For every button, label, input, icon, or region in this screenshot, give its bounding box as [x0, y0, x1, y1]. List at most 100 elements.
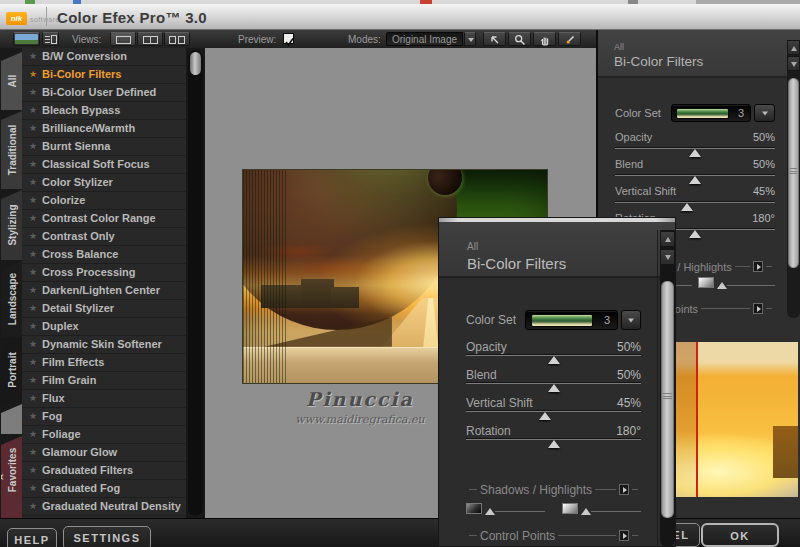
star-icon[interactable]: ★: [29, 84, 37, 101]
slider-handle[interactable]: [689, 149, 701, 157]
star-icon[interactable]: ★: [29, 228, 37, 245]
modes-dropdown-button[interactable]: [464, 32, 476, 46]
slider-track[interactable]: [466, 383, 641, 392]
filter-item[interactable]: ★Contrast Only: [22, 228, 186, 246]
star-icon[interactable]: ★: [29, 498, 37, 515]
star-icon[interactable]: ★: [29, 210, 37, 227]
scroll-down-button[interactable]: [787, 56, 800, 71]
filter-item[interactable]: ★Bi-Color Filters: [22, 66, 186, 84]
color-set-swatch[interactable]: 3: [525, 310, 618, 330]
star-icon[interactable]: ★: [29, 138, 37, 155]
filter-item[interactable]: ★Brilliance/Warmth: [22, 120, 186, 138]
scrollbar-thumb[interactable]: [788, 78, 799, 268]
slider-handle[interactable]: [548, 356, 560, 364]
star-icon[interactable]: ★: [29, 462, 37, 479]
image-thumbnail-button[interactable]: [13, 32, 40, 46]
star-icon[interactable]: ★: [29, 480, 37, 497]
color-set-swatch[interactable]: 3: [671, 104, 751, 122]
filter-item[interactable]: ★Bi-Color User Defined: [22, 84, 186, 102]
star-icon[interactable]: ★: [29, 318, 37, 335]
filter-item[interactable]: ★Foliage: [22, 426, 186, 444]
slider-handle[interactable]: [548, 384, 560, 392]
scrollbar-thumb[interactable]: [661, 281, 674, 518]
star-icon[interactable]: ★: [29, 372, 37, 389]
filter-item[interactable]: ★Detail Stylizer: [22, 300, 186, 318]
eyedropper-tool-button[interactable]: [558, 32, 581, 46]
star-icon[interactable]: ★: [29, 48, 37, 65]
scroll-up-button[interactable]: [787, 40, 800, 55]
star-icon[interactable]: ★: [29, 444, 37, 461]
slider-handle[interactable]: [548, 440, 560, 448]
filter-item[interactable]: ★Bleach Bypass: [22, 102, 186, 120]
slider-handle[interactable]: [539, 412, 551, 420]
settings-button[interactable]: SETTINGS: [63, 526, 151, 547]
category-tab-stylizing[interactable]: Stylizing: [1, 190, 22, 260]
slider-handle[interactable]: [485, 508, 495, 515]
filter-item[interactable]: ★Color Stylizer: [22, 174, 186, 192]
category-tab-portrait[interactable]: Portrait: [1, 338, 22, 402]
star-icon[interactable]: ★: [29, 66, 37, 83]
filter-item[interactable]: ★Glamour Glow: [22, 444, 186, 462]
scrollbar-track[interactable]: [188, 50, 203, 516]
star-icon[interactable]: ★: [29, 156, 37, 173]
scrollbar-thumb[interactable]: [190, 52, 201, 75]
filter-item[interactable]: ★Cross Balance: [22, 246, 186, 264]
filter-item[interactable]: ★Graduated Neutral Density: [22, 498, 186, 516]
slider-track[interactable]: [495, 511, 545, 512]
filter-item[interactable]: ★Film Effects: [22, 354, 186, 372]
section-expand-button[interactable]: [619, 530, 629, 541]
panel-scrollbar[interactable]: [787, 40, 800, 318]
scroll-down-button[interactable]: [660, 249, 675, 265]
slider-track[interactable]: [615, 175, 775, 184]
slider-handle[interactable]: [689, 176, 701, 184]
filter-item[interactable]: ★Contrast Color Range: [22, 210, 186, 228]
star-icon[interactable]: ★: [29, 102, 37, 119]
filter-item[interactable]: ★Flux: [22, 390, 186, 408]
slider-track[interactable]: [615, 202, 775, 211]
section-expand-button[interactable]: [753, 303, 763, 314]
slider-handle[interactable]: [717, 282, 727, 289]
category-tab-all[interactable]: All: [1, 52, 22, 110]
star-icon[interactable]: ★: [29, 264, 37, 281]
modes-dropdown[interactable]: Original Image: [386, 32, 463, 46]
filter-item[interactable]: ★Burnt Sienna: [22, 138, 186, 156]
split-view-button[interactable]: [137, 32, 163, 46]
highlights-mini-slider[interactable]: [698, 277, 775, 291]
filter-item[interactable]: ★Graduated Fog: [22, 480, 186, 498]
filter-item[interactable]: ★Classical Soft Focus: [22, 156, 186, 174]
color-set-dropdown-button[interactable]: [754, 104, 775, 122]
star-icon[interactable]: ★: [29, 300, 37, 317]
star-icon[interactable]: ★: [29, 246, 37, 263]
dialog-scrollbar[interactable]: [657, 230, 675, 547]
side-by-side-view-button[interactable]: [164, 32, 190, 46]
filter-item[interactable]: ★Graduated Filters: [22, 462, 186, 480]
star-icon[interactable]: ★: [29, 192, 37, 209]
highlights-mini-slider[interactable]: [562, 503, 641, 518]
help-button[interactable]: HELP: [7, 528, 57, 547]
star-icon[interactable]: ★: [29, 354, 37, 371]
section-expand-button[interactable]: [753, 261, 763, 272]
filter-item[interactable]: ★Dynamic Skin Softener: [22, 336, 186, 354]
zoom-tool-button[interactable]: [508, 32, 531, 46]
select-tool-button[interactable]: [483, 32, 506, 46]
filter-item[interactable]: ★Film Grain: [22, 372, 186, 390]
slider-track[interactable]: [591, 511, 641, 512]
slider-track[interactable]: [615, 148, 775, 157]
filter-item[interactable]: ★Colorize: [22, 192, 186, 210]
slider-track[interactable]: [466, 411, 641, 420]
preview-checkbox[interactable]: [283, 33, 294, 44]
slider-handle[interactable]: [689, 230, 701, 238]
star-icon[interactable]: ★: [29, 282, 37, 299]
section-expand-button[interactable]: [619, 484, 629, 495]
slider-track[interactable]: [466, 355, 641, 364]
filter-item[interactable]: ★Duplex: [22, 318, 186, 336]
single-view-button[interactable]: [110, 32, 136, 46]
filter-list-scrollbar[interactable]: [186, 48, 205, 518]
slider-handle[interactable]: [581, 508, 591, 515]
category-tab-landscape[interactable]: Landscape: [1, 261, 22, 337]
slider-track[interactable]: [727, 285, 775, 286]
category-tab-favorites[interactable]: Favorites★: [1, 436, 22, 518]
filter-item[interactable]: ★Darken/Lighten Center: [22, 282, 186, 300]
star-icon[interactable]: ★: [29, 174, 37, 191]
filterlist-view-button[interactable]: [42, 32, 59, 46]
